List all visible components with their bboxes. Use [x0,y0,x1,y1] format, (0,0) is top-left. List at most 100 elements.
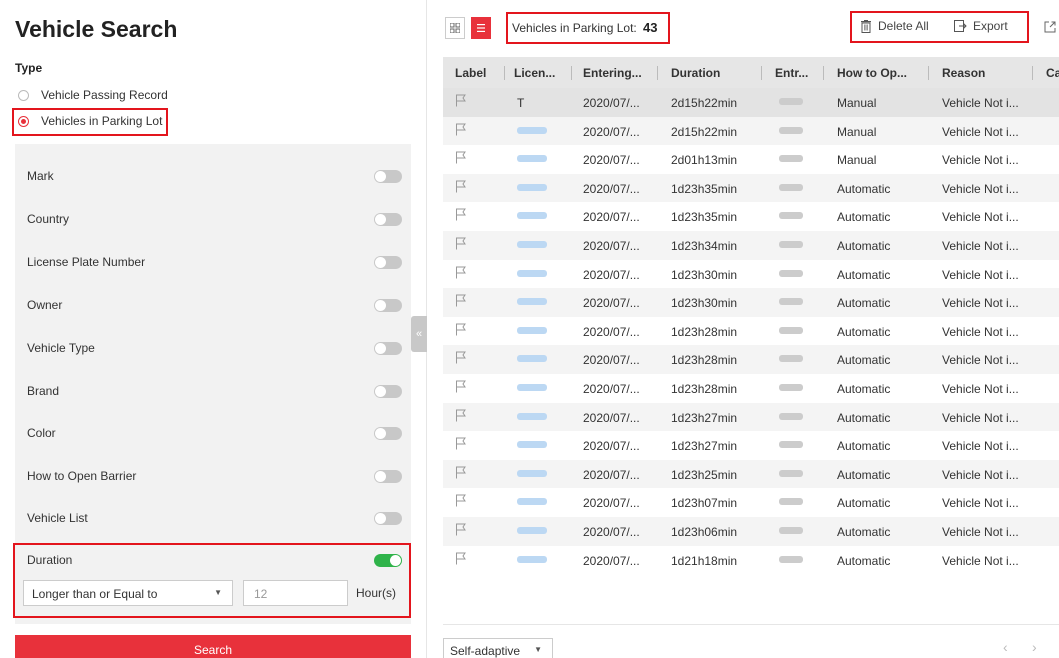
flag-icon[interactable] [455,123,467,136]
license-plate-cell[interactable] [517,123,547,137]
column-header-reason[interactable]: Reason [942,66,985,80]
table-row[interactable]: 2020/07/... 1d23h35min Automatic Vehicle No… [443,202,1059,231]
duration-cell: 1d21h18min [671,553,738,568]
duration-cell: 1d23h25min [671,467,738,482]
table-row[interactable]: 2020/07/... 1d23h27min Automatic Vehicle No… [443,431,1059,460]
redacted-entrance [779,240,803,248]
flag-icon[interactable] [455,208,467,221]
column-header-label[interactable]: Label [455,66,486,80]
flag-icon[interactable] [455,437,467,450]
flag-icon[interactable] [455,323,467,336]
license-plate-cell[interactable] [517,266,547,280]
next-page-icon[interactable]: › [1032,639,1037,655]
how-to-open-cell: Manual [837,153,877,168]
table-row[interactable]: 2020/07/... 1d23h30min Automatic Vehicle No… [443,288,1059,317]
delete-all-button[interactable]: Delete All [860,19,929,33]
license-plate-toggle[interactable] [374,255,402,269]
flag-icon[interactable] [455,294,467,307]
entering-time-cell: 2020/07/... [583,324,640,339]
redacted-plate [517,126,547,134]
flag-icon[interactable] [455,237,467,250]
license-plate-cell[interactable] [517,237,547,251]
table-row[interactable]: 2020/07/... 1d23h34min Automatic Vehicle No… [443,230,1059,260]
table-row[interactable]: 2020/07/... 1d23h25min Automatic Vehicle No… [443,459,1059,489]
popout-icon[interactable] [1044,21,1056,33]
license-plate-cell[interactable] [517,466,547,480]
export-label: Export [973,19,1008,33]
list-view-icon[interactable] [471,17,491,39]
table-row[interactable]: 2020/07/... 2d15h22min Manual Vehicle Not i… [443,116,1059,146]
mark-toggle[interactable] [374,169,402,183]
flag-icon[interactable] [455,494,467,507]
table-row[interactable]: 2020/07/... 1d23h06min Automatic Vehicle No… [443,516,1059,546]
column-divider [823,66,824,80]
license-plate-cell[interactable] [517,294,547,308]
license-plate-cell[interactable] [517,180,547,194]
redacted-plate [517,383,547,391]
export-button[interactable]: Export [954,19,1008,33]
license-plate-cell[interactable] [517,552,547,566]
radio-vehicles-in-parking-lot[interactable]: Vehicles in Parking Lot [18,112,162,130]
table-row[interactable]: 2020/07/... 1d23h28min Automatic Vehicle No… [443,345,1059,374]
redacted-plate [517,326,547,334]
flag-icon[interactable] [455,409,467,422]
vehicle-type-toggle[interactable] [374,341,402,355]
license-plate-cell[interactable] [517,494,547,508]
filter-label: How to Open Barrier [27,469,137,483]
column-header-duration[interactable]: Duration [671,66,720,80]
column-header-entering[interactable]: Entering... [583,66,642,80]
grid-view-icon[interactable] [445,17,465,39]
license-plate-cell[interactable] [517,437,547,451]
search-button[interactable]: Search [15,635,411,658]
license-plate-cell[interactable] [517,323,547,337]
how-to-open-cell: Automatic [837,410,891,425]
color-toggle[interactable] [374,426,402,440]
radio-vehicle-passing-record[interactable]: Vehicle Passing Record [18,86,168,104]
owner-toggle[interactable] [374,298,402,312]
column-header-entrance[interactable]: Entr... [775,66,808,80]
duration-cell: 1d23h30min [671,296,738,311]
collapse-panel-icon[interactable]: « [411,316,427,352]
table-row[interactable]: 2020/07/... 1d23h28min Automatic Vehicle No… [443,317,1059,346]
duration-hours-input[interactable]: 12 [243,580,348,606]
flag-icon[interactable] [455,266,467,279]
flag-icon[interactable] [455,151,467,164]
vehicle-list-toggle[interactable] [374,511,402,525]
table-row[interactable]: 2020/07/... 1d21h18min Automatic Vehicle No… [443,546,1059,575]
flag-icon[interactable] [455,180,467,193]
column-header-ca[interactable]: Ca [1046,66,1059,80]
table-row[interactable]: 2020/07/... 1d23h07min Automatic Vehicle No… [443,488,1059,517]
flag-icon[interactable] [455,380,467,393]
duration-condition-select[interactable]: Longer than or Equal to ▼ [23,580,233,606]
duration-toggle[interactable] [374,553,402,567]
table-row[interactable]: 2020/07/... 1d23h30min Automatic Vehicle No… [443,260,1059,289]
table-row[interactable]: 2020/07/... 1d23h28min Automatic Vehicle No… [443,374,1059,403]
license-plate-cell[interactable] [517,351,547,365]
license-plate-cell[interactable]: T [517,96,524,110]
flag-icon[interactable] [455,466,467,479]
brand-toggle[interactable] [374,384,402,398]
flag-icon[interactable] [455,552,467,565]
license-plate-cell[interactable] [517,523,547,537]
table-row[interactable]: 2020/07/... 1d23h27min Automatic Vehicle No… [443,402,1059,432]
license-plate-cell[interactable] [517,409,547,423]
prev-page-icon[interactable]: ‹ [1003,639,1008,655]
entrance-cell [779,323,803,337]
flag-icon[interactable] [455,351,467,364]
column-header-license[interactable]: Licen... [514,66,555,80]
license-plate-cell[interactable] [517,151,547,165]
flag-icon[interactable] [455,523,467,536]
license-plate-cell[interactable] [517,380,547,394]
open-barrier-toggle[interactable] [374,469,402,483]
table-row[interactable]: T 2020/07/... 2d15h22min Manual Vehicle Not … [443,88,1059,117]
reason-cell: Vehicle Not i... [942,210,1019,225]
column-header-how-to-open[interactable]: How to Op... [837,66,907,80]
how-to-open-cell: Automatic [837,238,891,253]
redacted-entrance [779,183,803,191]
country-toggle[interactable] [374,212,402,226]
flag-icon[interactable] [455,94,467,107]
table-row[interactable]: 2020/07/... 2d01h13min Manual Vehicle Not i… [443,145,1059,174]
table-row[interactable]: 2020/07/... 1d23h35min Automatic Vehicle No… [443,173,1059,203]
page-size-select[interactable]: Self-adaptive ▼ [443,638,553,658]
license-plate-cell[interactable] [517,208,547,222]
